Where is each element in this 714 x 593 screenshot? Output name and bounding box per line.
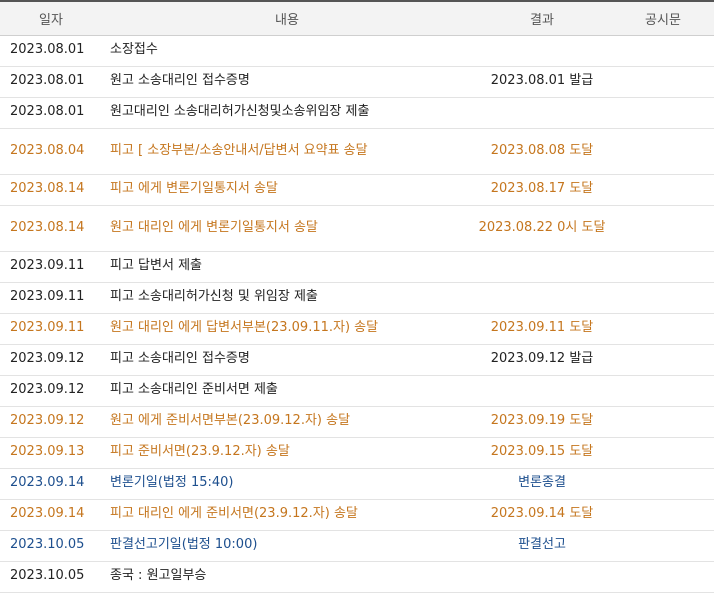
- row-content: 판결선고기일(법정 10:00): [102, 530, 472, 562]
- row-result: 판결선고: [472, 530, 612, 562]
- table-row: 2023.09.13 피고 준비서면(23.9.12.자) 송달 2023.09…: [0, 437, 714, 469]
- row-notice: [612, 375, 714, 407]
- row-date: 2023.08.04: [0, 128, 102, 175]
- row-content: 피고 소송대리허가신청 및 위임장 제출: [102, 282, 472, 314]
- row-content: 원고 대리인 에게 답변서부본(23.09.11.자) 송달: [102, 313, 472, 345]
- header-notice: 공시문: [612, 0, 714, 36]
- row-result: [472, 251, 612, 283]
- table-row: 2023.08.01 원고대리인 소송대리허가신청및소송위임장 제출: [0, 97, 714, 129]
- row-result: 2023.09.11 도달: [472, 313, 612, 345]
- table-row: 2023.09.12 피고 소송대리인 접수증명 2023.09.12 발급: [0, 344, 714, 376]
- table-row: 2023.09.11 피고 답변서 제출: [0, 251, 714, 283]
- row-date: 2023.09.13: [0, 437, 102, 469]
- header-content: 내용: [102, 0, 472, 36]
- row-date: 2023.08.01: [0, 97, 102, 129]
- row-content: 피고 준비서면(23.9.12.자) 송달: [102, 437, 472, 469]
- row-notice: [612, 97, 714, 129]
- row-notice: [612, 313, 714, 345]
- row-date: 2023.09.11: [0, 313, 102, 345]
- row-notice: [612, 35, 714, 67]
- row-result: 2023.08.01 발급: [472, 66, 612, 98]
- row-date: 2023.09.12: [0, 344, 102, 376]
- table-header-row: 일자 내용 결과 공시문: [0, 0, 714, 36]
- row-result: 2023.09.12 발급: [472, 344, 612, 376]
- row-content: 피고 소송대리인 준비서면 제출: [102, 375, 472, 407]
- row-notice: [612, 251, 714, 283]
- row-content: 피고 답변서 제출: [102, 251, 472, 283]
- row-result: 변론종결: [472, 468, 612, 500]
- row-date: 2023.10.05: [0, 530, 102, 562]
- row-result: [472, 375, 612, 407]
- row-date: 2023.08.14: [0, 205, 102, 252]
- row-result: 2023.09.14 도달: [472, 499, 612, 531]
- row-content: 원고 대리인 에게 변론기일통지서 송달: [102, 205, 472, 252]
- row-date: 2023.09.12: [0, 406, 102, 438]
- row-content: 원고 소송대리인 접수증명: [102, 66, 472, 98]
- row-notice: [612, 530, 714, 562]
- row-date: 2023.08.01: [0, 66, 102, 98]
- row-result: [472, 561, 612, 593]
- row-result: 2023.09.15 도달: [472, 437, 612, 469]
- row-notice: [612, 282, 714, 314]
- table-row: 2023.09.12 원고 에게 준비서면부본(23.09.12.자) 송달 2…: [0, 406, 714, 438]
- row-result: [472, 35, 612, 67]
- case-progress-table: 일자 내용 결과 공시문 2023.08.01 소장접수 2023.08.01 …: [0, 0, 714, 593]
- row-content: 피고 [ 소장부본/소송안내서/답변서 요약표 송달: [102, 128, 472, 175]
- table-row: 2023.10.05 종국 : 원고일부승: [0, 561, 714, 593]
- row-notice: [612, 344, 714, 376]
- row-date: 2023.09.12: [0, 375, 102, 407]
- table-row: 2023.09.14 피고 대리인 에게 준비서면(23.9.12.자) 송달 …: [0, 499, 714, 531]
- row-content: 종국 : 원고일부승: [102, 561, 472, 593]
- row-date: 2023.08.14: [0, 174, 102, 206]
- row-result: 2023.08.22 0시 도달: [472, 205, 612, 252]
- row-result: 2023.08.17 도달: [472, 174, 612, 206]
- header-date: 일자: [0, 0, 102, 36]
- row-content: 원고대리인 소송대리허가신청및소송위임장 제출: [102, 97, 472, 129]
- table-row: 2023.09.14 변론기일(법정 15:40) 변론종결: [0, 468, 714, 500]
- row-notice: [612, 174, 714, 206]
- row-date: 2023.09.14: [0, 499, 102, 531]
- row-content: 원고 에게 준비서면부본(23.09.12.자) 송달: [102, 406, 472, 438]
- row-notice: [612, 468, 714, 500]
- row-result: [472, 282, 612, 314]
- row-notice: [612, 437, 714, 469]
- row-notice: [612, 66, 714, 98]
- row-date: 2023.10.05: [0, 561, 102, 593]
- row-content: 피고 에게 변론기일통지서 송달: [102, 174, 472, 206]
- row-date: 2023.08.01: [0, 35, 102, 67]
- row-notice: [612, 205, 714, 252]
- row-date: 2023.09.11: [0, 251, 102, 283]
- row-notice: [612, 499, 714, 531]
- row-notice: [612, 561, 714, 593]
- header-result: 결과: [472, 0, 612, 36]
- row-result: 2023.08.08 도달: [472, 128, 612, 175]
- row-date: 2023.09.11: [0, 282, 102, 314]
- row-result: [472, 97, 612, 129]
- table-row: 2023.08.14 피고 에게 변론기일통지서 송달 2023.08.17 도…: [0, 174, 714, 206]
- table-row: 2023.08.01 원고 소송대리인 접수증명 2023.08.01 발급: [0, 66, 714, 98]
- table-row: 2023.09.12 피고 소송대리인 준비서면 제출: [0, 375, 714, 407]
- row-content: 소장접수: [102, 35, 472, 67]
- row-date: 2023.09.14: [0, 468, 102, 500]
- table-row: 2023.09.11 원고 대리인 에게 답변서부본(23.09.11.자) 송…: [0, 313, 714, 345]
- row-notice: [612, 128, 714, 175]
- table-row: 2023.08.01 소장접수: [0, 35, 714, 67]
- row-content: 피고 소송대리인 접수증명: [102, 344, 472, 376]
- row-content: 피고 대리인 에게 준비서면(23.9.12.자) 송달: [102, 499, 472, 531]
- table-row: 2023.08.14 원고 대리인 에게 변론기일통지서 송달 2023.08.…: [0, 205, 714, 252]
- table-row: 2023.10.05 판결선고기일(법정 10:00) 판결선고: [0, 530, 714, 562]
- table-row: 2023.08.04 피고 [ 소장부본/소송안내서/답변서 요약표 송달 20…: [0, 128, 714, 175]
- table-row: 2023.09.11 피고 소송대리허가신청 및 위임장 제출: [0, 282, 714, 314]
- row-result: 2023.09.19 도달: [472, 406, 612, 438]
- row-notice: [612, 406, 714, 438]
- row-content: 변론기일(법정 15:40): [102, 468, 472, 500]
